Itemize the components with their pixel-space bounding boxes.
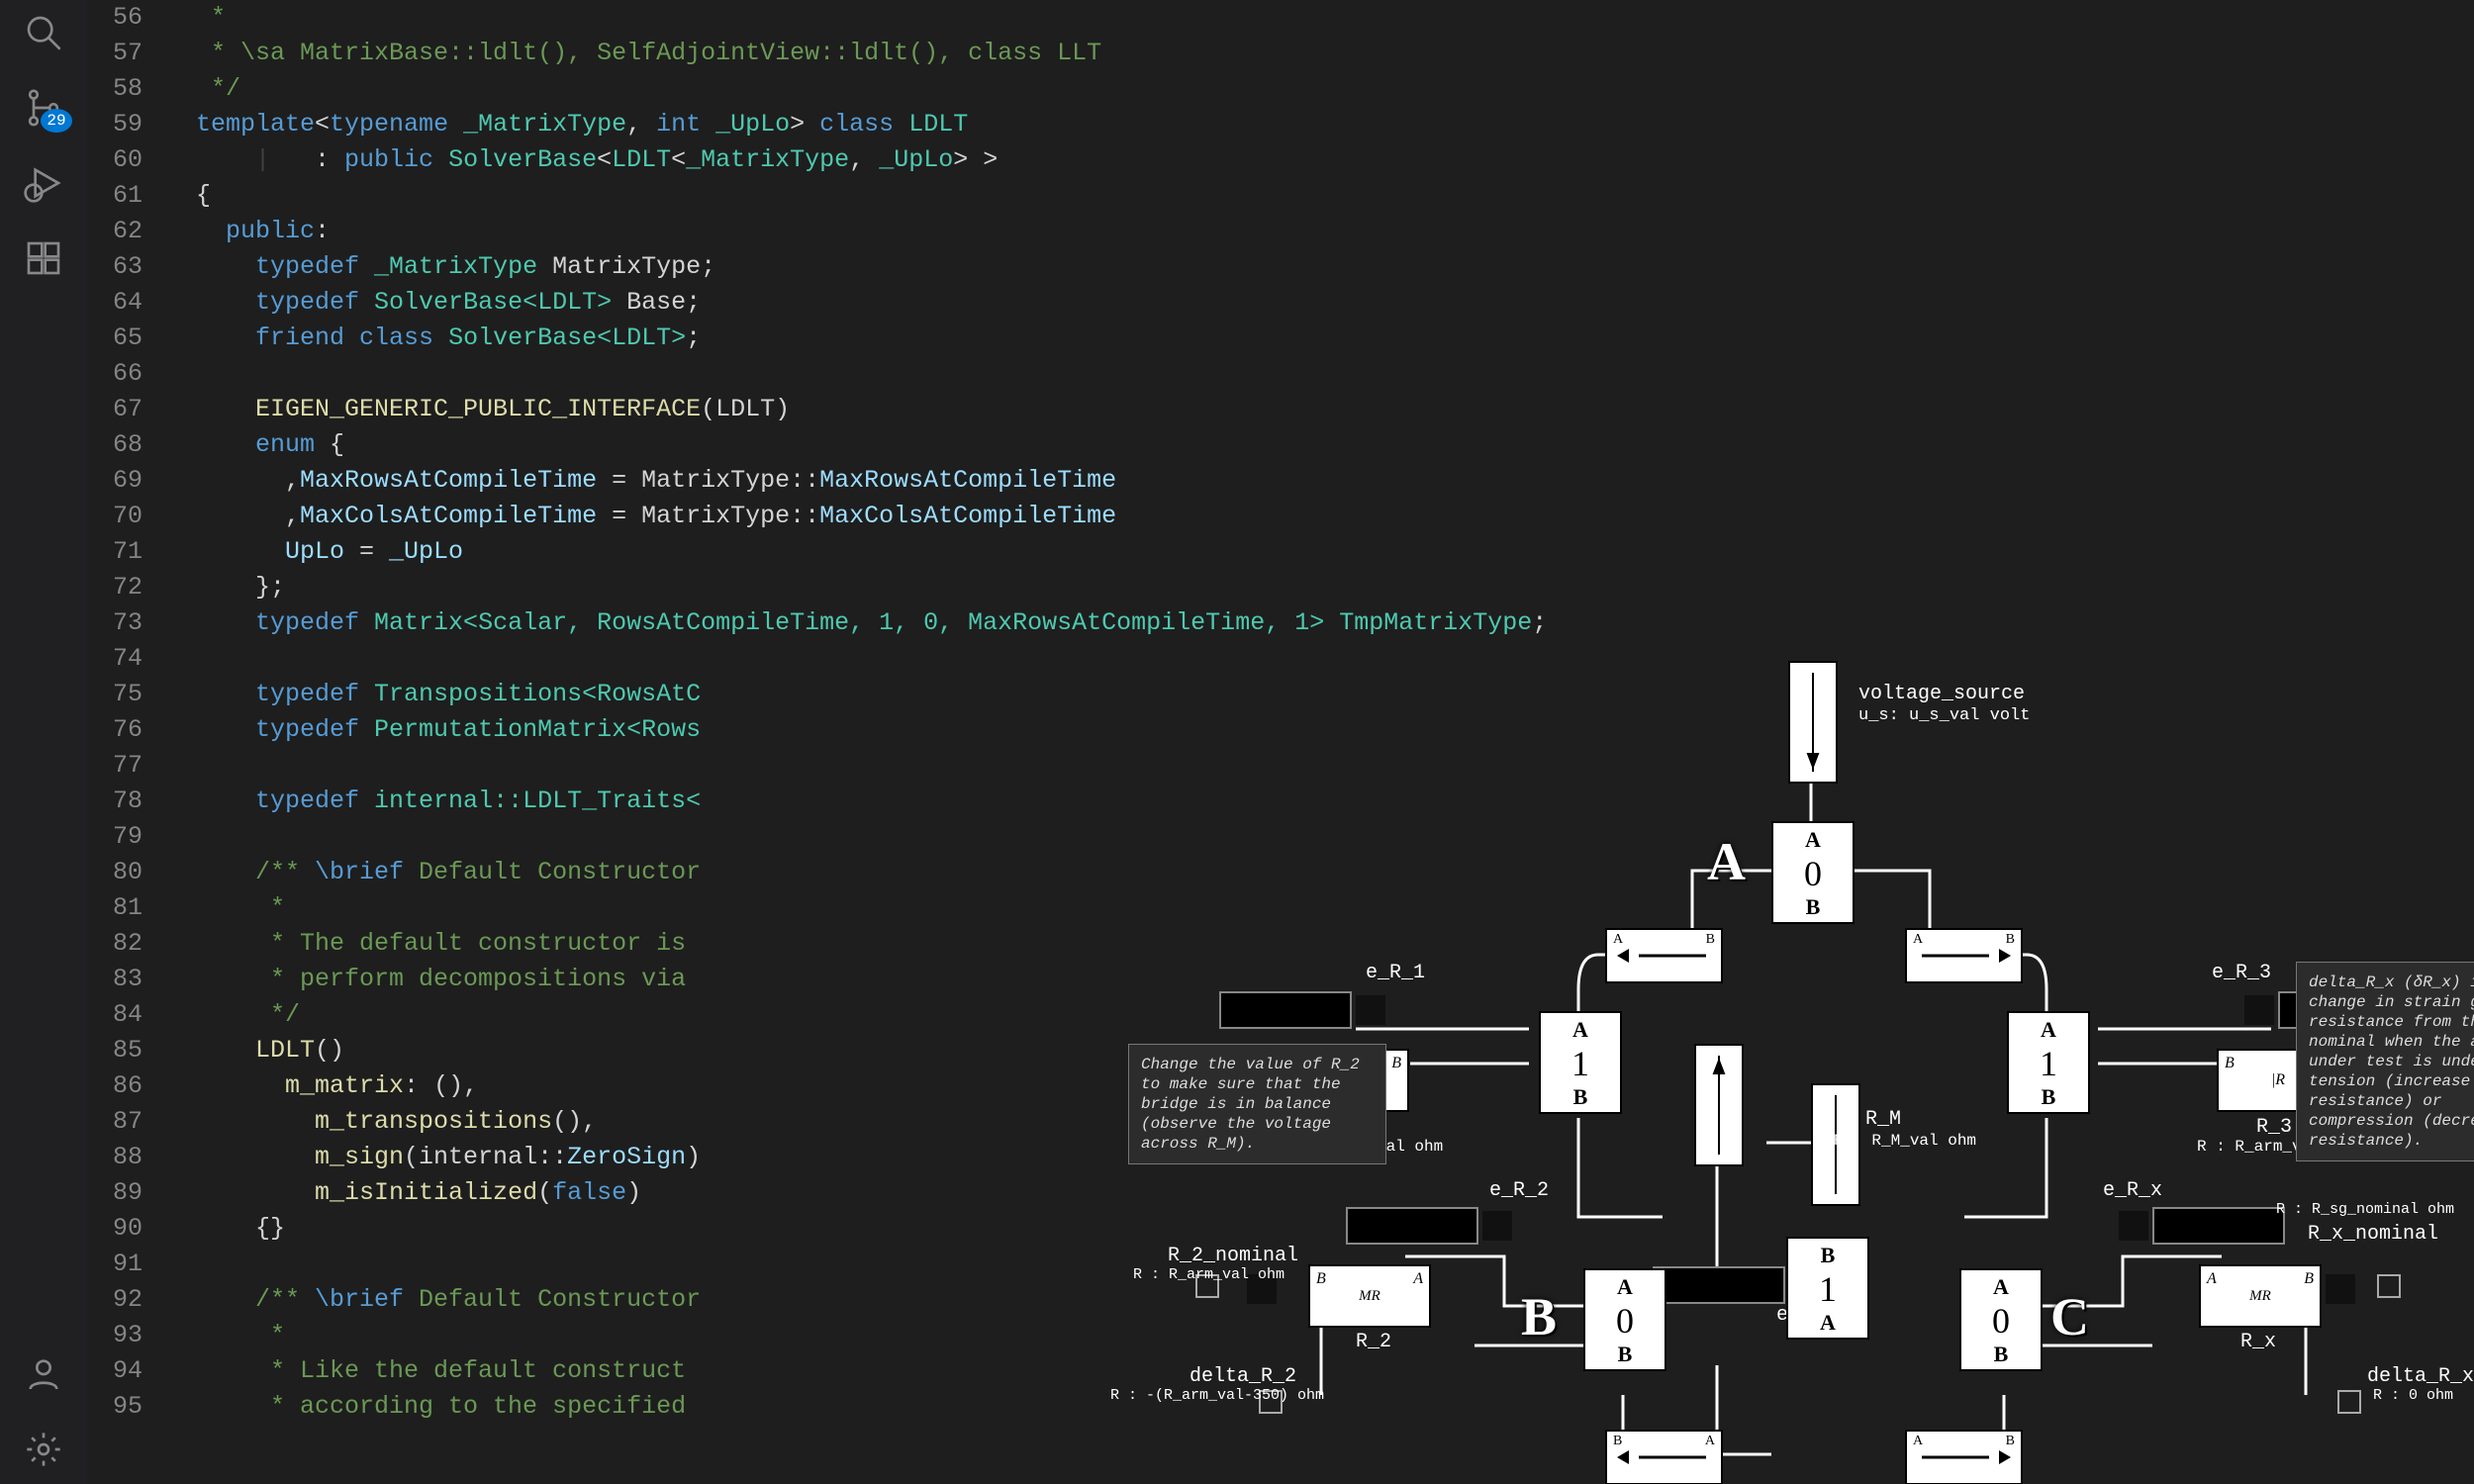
settings-icon[interactable] [21,1427,66,1472]
label-R2: R_2 [1356,1331,1391,1353]
center-flow-block [1694,1044,1744,1166]
junction-right-1: AB [2007,1011,2090,1114]
value-RM: R : R_M_val ohm [1834,1132,1976,1150]
source-control-icon[interactable]: 29 [21,85,66,131]
label-R3: R_3 [2256,1116,2292,1139]
bond-A-left: AB [1605,928,1723,983]
resistor-Rx: ABMR [2199,1264,2322,1328]
junction-B: AB [1583,1268,1666,1371]
code-editor[interactable]: 5657585960616263646566676869707172737475… [87,0,2474,1484]
port-Rx-nom-in [2377,1274,2401,1298]
port-deltaRx-in [2337,1390,2361,1414]
line-number-gutter: 5657585960616263646566676869707172737475… [87,0,160,1484]
voltage-source-name: voltage_source [1858,683,2025,705]
label-deltaRx: delta_R_x [2367,1365,2474,1388]
bond-A-right: AB [1905,928,2023,983]
label-R2-nominal: R_2_nominal [1168,1245,1298,1267]
voltage-source-block [1788,661,1838,784]
port-Rx-sum [2326,1274,2355,1304]
effort-eRM [1653,1266,1785,1304]
value-deltaR2: R : -(R_arm_val-350) ohm [1110,1387,1324,1404]
resistor-R2: BAMR [1308,1264,1431,1328]
label-eRx: e_R_x [2103,1179,2162,1202]
junction-A: AB [1771,821,1855,924]
extensions-icon[interactable] [21,235,66,281]
value-Rx-nominal: R : R_sg_nominal ohm [2276,1201,2454,1218]
label-eR3: e_R_3 [2212,962,2271,984]
search-icon[interactable] [21,10,66,55]
effort-eR2 [1346,1207,1478,1245]
port-eRx [2119,1211,2148,1241]
node-letter-C: C [2050,1286,2089,1347]
junction-C: AB [1959,1268,2043,1371]
note-right: delta_R_x (δR_x) is the change in strain… [2296,962,2474,1161]
node-letter-A: A [1707,831,1746,892]
circuit-diagram-overlay: voltage_source u_s: u_s_val volt AB A AB… [940,0,2474,1484]
scm-badge: 29 [41,109,72,133]
port-eR1 [1356,995,1385,1025]
effort-eR1 [1219,991,1352,1029]
note-left: Change the value of R_2 to make sure tha… [1128,1044,1386,1164]
junction-left-1: AB [1539,1011,1622,1114]
node-letter-B: B [1521,1286,1557,1347]
bond-bottom-right: AB [1905,1430,2023,1484]
voltage-source-value: u_s: u_s_val volt [1858,706,2030,725]
label-deltaR2: delta_R_2 [1189,1365,1296,1388]
label-eR2: e_R_2 [1489,1179,1549,1202]
run-debug-icon[interactable] [21,160,66,206]
value-R2-nominal: R : R_arm_val ohm [1133,1266,1285,1283]
junction-center-1: BA [1786,1237,1869,1340]
bond-bottom-left: BA [1605,1430,1723,1484]
effort-eRx [2152,1207,2285,1245]
activity-bar: 29 [0,0,87,1484]
label-Rx: R_x [2240,1331,2276,1353]
label-Rx-nominal: R_x_nominal [2308,1223,2438,1246]
value-deltaRx: R : 0 ohm [2373,1387,2453,1404]
label-RM: R_M [1865,1108,1901,1131]
label-eR1: e_R_1 [1366,962,1425,984]
port-eR2 [1482,1211,1512,1241]
port-eR3 [2244,995,2274,1025]
account-icon[interactable] [21,1351,66,1397]
